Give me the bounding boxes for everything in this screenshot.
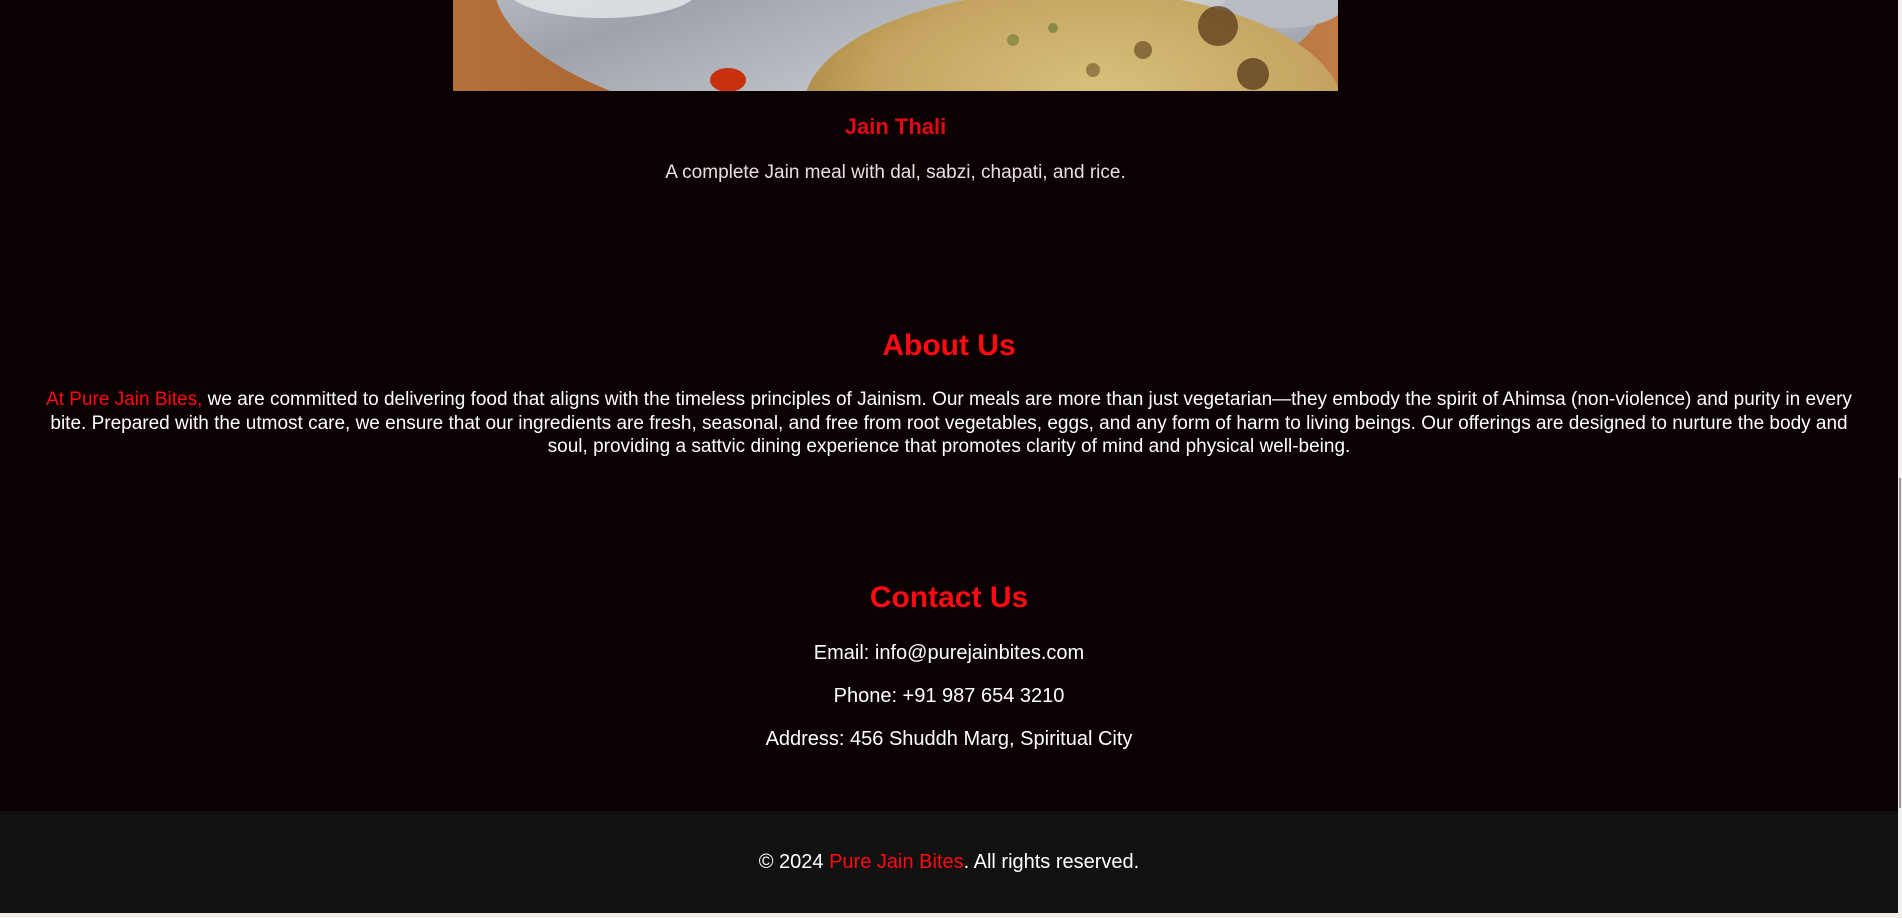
menu-item-title: Jain Thali [844, 114, 947, 139]
vertical-scrollbar[interactable] [1898, 0, 1902, 913]
site-footer: © 2024 Pure Jain Bites. All rights reser… [0, 811, 1898, 913]
contact-phone: Phone: +91 987 654 3210 [833, 685, 1065, 707]
about-body: we are committed to delivering food that… [50, 389, 1852, 457]
footer-copyright: © 2024 Pure Jain Bites. All rights reser… [0, 851, 1898, 874]
contact-heading: Contact Us [869, 581, 1029, 614]
footer-suffix: . All rights reserved. [963, 851, 1140, 873]
contact-address: Address: 456 Shuddh Marg, Spiritual City [765, 728, 1133, 750]
contact-email: Email: info@purejainbites.com [813, 642, 1085, 664]
footer-brand: Pure Jain Bites [829, 851, 964, 873]
jain-thali-image [453, 0, 1338, 91]
footer-prefix: © 2024 [758, 851, 830, 873]
scrollbar-thumb[interactable] [1899, 478, 1901, 808]
about-brand-lead: At Pure Jain Bites, [46, 389, 203, 410]
about-heading: About Us [882, 329, 1016, 362]
window-bottom-edge [0, 913, 1902, 918]
about-paragraph: At Pure Jain Bites, we are committed to … [40, 388, 1858, 459]
menu-item-description: A complete Jain meal with dal, sabzi, ch… [665, 162, 1126, 183]
page-viewport: Jain Thali A complete Jain meal with dal… [0, 0, 1898, 913]
